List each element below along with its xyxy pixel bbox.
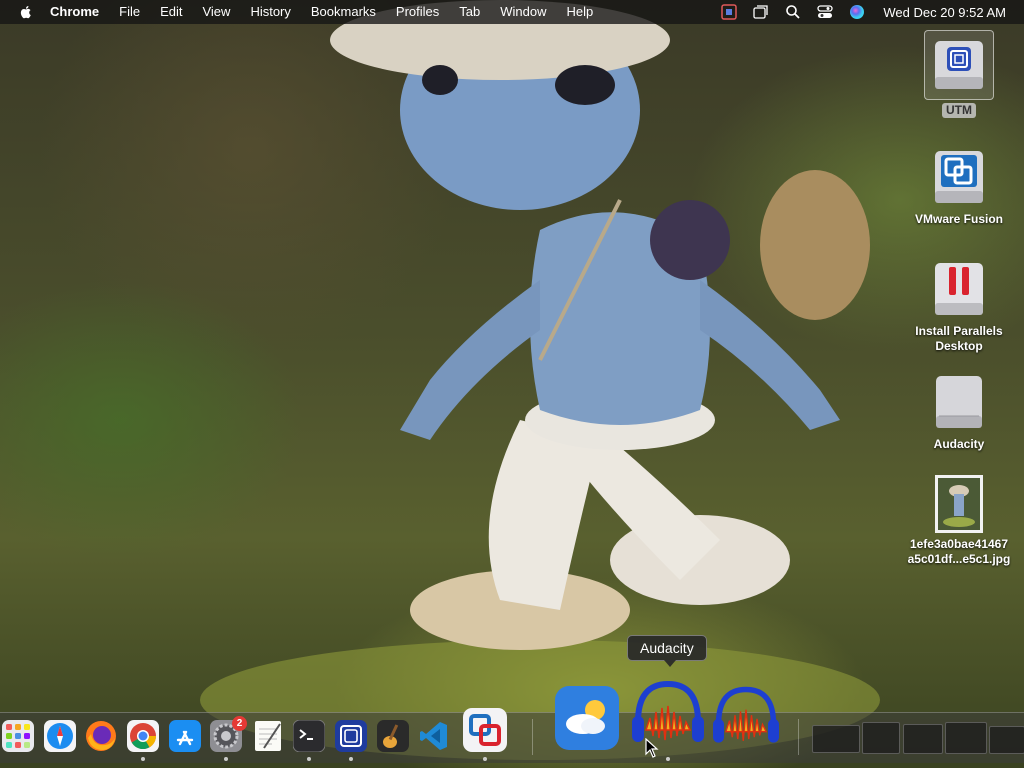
desktop-icon-label: 1efe3a0bae41467 a5c01df...e5c1.jpg: [907, 537, 1011, 566]
utm-disk-icon: [924, 30, 994, 100]
desktop-icon-vmware-fusion[interactable]: VMware Fusion: [904, 145, 1014, 228]
notification-badge: 2: [232, 716, 247, 731]
menu-file[interactable]: File: [109, 0, 150, 24]
garageband-icon: [377, 720, 409, 752]
vmware-fusion-icon: [925, 145, 993, 209]
menu-bookmarks[interactable]: Bookmarks: [301, 0, 386, 24]
dock-vmware-fusion[interactable]: [463, 708, 507, 752]
menu-history[interactable]: History: [240, 0, 300, 24]
desktop-wallpaper: [0, 0, 1024, 768]
audacity-icon: [713, 686, 779, 743]
desktop-icon-utm[interactable]: UTM: [904, 30, 1014, 119]
utm-icon: [335, 720, 367, 752]
menu-tab[interactable]: Tab: [449, 0, 490, 24]
audacity-icon: [632, 680, 704, 742]
desktop-icon-image-file[interactable]: 1efe3a0bae41467 a5c01df...e5c1.jpg: [904, 474, 1014, 568]
control-center-icon[interactable]: [817, 4, 834, 20]
weather-icon: [555, 686, 619, 750]
dock-audacity-2[interactable]: [708, 684, 784, 750]
dock-separator: [532, 719, 533, 755]
mouse-cursor-icon: [645, 738, 659, 758]
textedit-icon: [255, 721, 281, 751]
minimized-window[interactable]: [989, 726, 1024, 754]
menu-edit[interactable]: Edit: [150, 0, 192, 24]
screen-capture-icon[interactable]: [721, 4, 738, 20]
dock-firefox[interactable]: [84, 719, 118, 753]
launchpad-icon: [2, 720, 34, 752]
windows-icon[interactable]: [753, 4, 769, 20]
dock-weather[interactable]: [555, 686, 619, 750]
dock-safari[interactable]: [43, 719, 77, 753]
running-indicator: [224, 757, 228, 761]
dock-utm[interactable]: [334, 719, 368, 753]
app-menu-chrome[interactable]: Chrome: [50, 0, 109, 24]
running-indicator: [483, 757, 487, 761]
minimized-window[interactable]: [945, 722, 987, 754]
running-indicator: [349, 757, 353, 761]
running-indicator: [141, 757, 145, 761]
menu-view[interactable]: View: [192, 0, 240, 24]
desktop-icon-label: Audacity: [933, 437, 985, 451]
dock-google-chrome[interactable]: [126, 719, 160, 753]
chrome-icon: [127, 720, 159, 752]
safari-icon: [44, 720, 76, 752]
running-indicator: [666, 757, 670, 761]
vscode-icon: [420, 722, 447, 750]
terminal-icon: [293, 720, 325, 752]
minimized-window[interactable]: [903, 724, 943, 754]
dock-tooltip: Audacity: [627, 635, 707, 667]
apple-menu-icon[interactable]: [18, 4, 34, 20]
minimized-window[interactable]: [812, 725, 860, 753]
dock-vscode[interactable]: [417, 719, 451, 753]
menu-profiles[interactable]: Profiles: [386, 0, 449, 24]
dock-separator: [798, 719, 799, 755]
desktop-icon-label: VMware Fusion: [914, 212, 1003, 226]
dock-app-store[interactable]: [168, 719, 202, 753]
dock-garageband[interactable]: [376, 719, 410, 753]
disk-image-icon: [925, 370, 993, 434]
menu-window[interactable]: Window: [490, 0, 556, 24]
spotlight-search-icon[interactable]: [785, 4, 801, 20]
desktop-icon-install-parallels[interactable]: Install Parallels Desktop: [904, 257, 1014, 355]
desktop-icon-label: Install Parallels Desktop: [915, 324, 1003, 353]
image-file-icon: [925, 474, 993, 534]
wallpaper-artwork: [200, 0, 880, 760]
desktop-icon-label: UTM: [942, 103, 976, 118]
dock-launchpad[interactable]: [1, 719, 35, 753]
dock-audacity[interactable]: [628, 678, 708, 750]
parallels-installer-icon: [925, 257, 993, 321]
running-indicator: [307, 757, 311, 761]
dock-textedit[interactable]: [251, 719, 285, 753]
menu-bar: Chrome File Edit View History Bookmarks …: [0, 0, 1024, 24]
minimized-window[interactable]: [862, 722, 900, 754]
desktop-icon-audacity[interactable]: Audacity: [904, 370, 1014, 453]
menu-help[interactable]: Help: [557, 0, 604, 24]
vmware-fusion-icon: [463, 708, 507, 752]
app-store-icon: [169, 720, 201, 752]
dock-terminal[interactable]: [292, 719, 326, 753]
siri-icon[interactable]: [849, 4, 865, 20]
firefox-icon: [86, 721, 116, 751]
menubar-clock[interactable]: Wed Dec 20 9:52 AM: [883, 5, 1006, 20]
